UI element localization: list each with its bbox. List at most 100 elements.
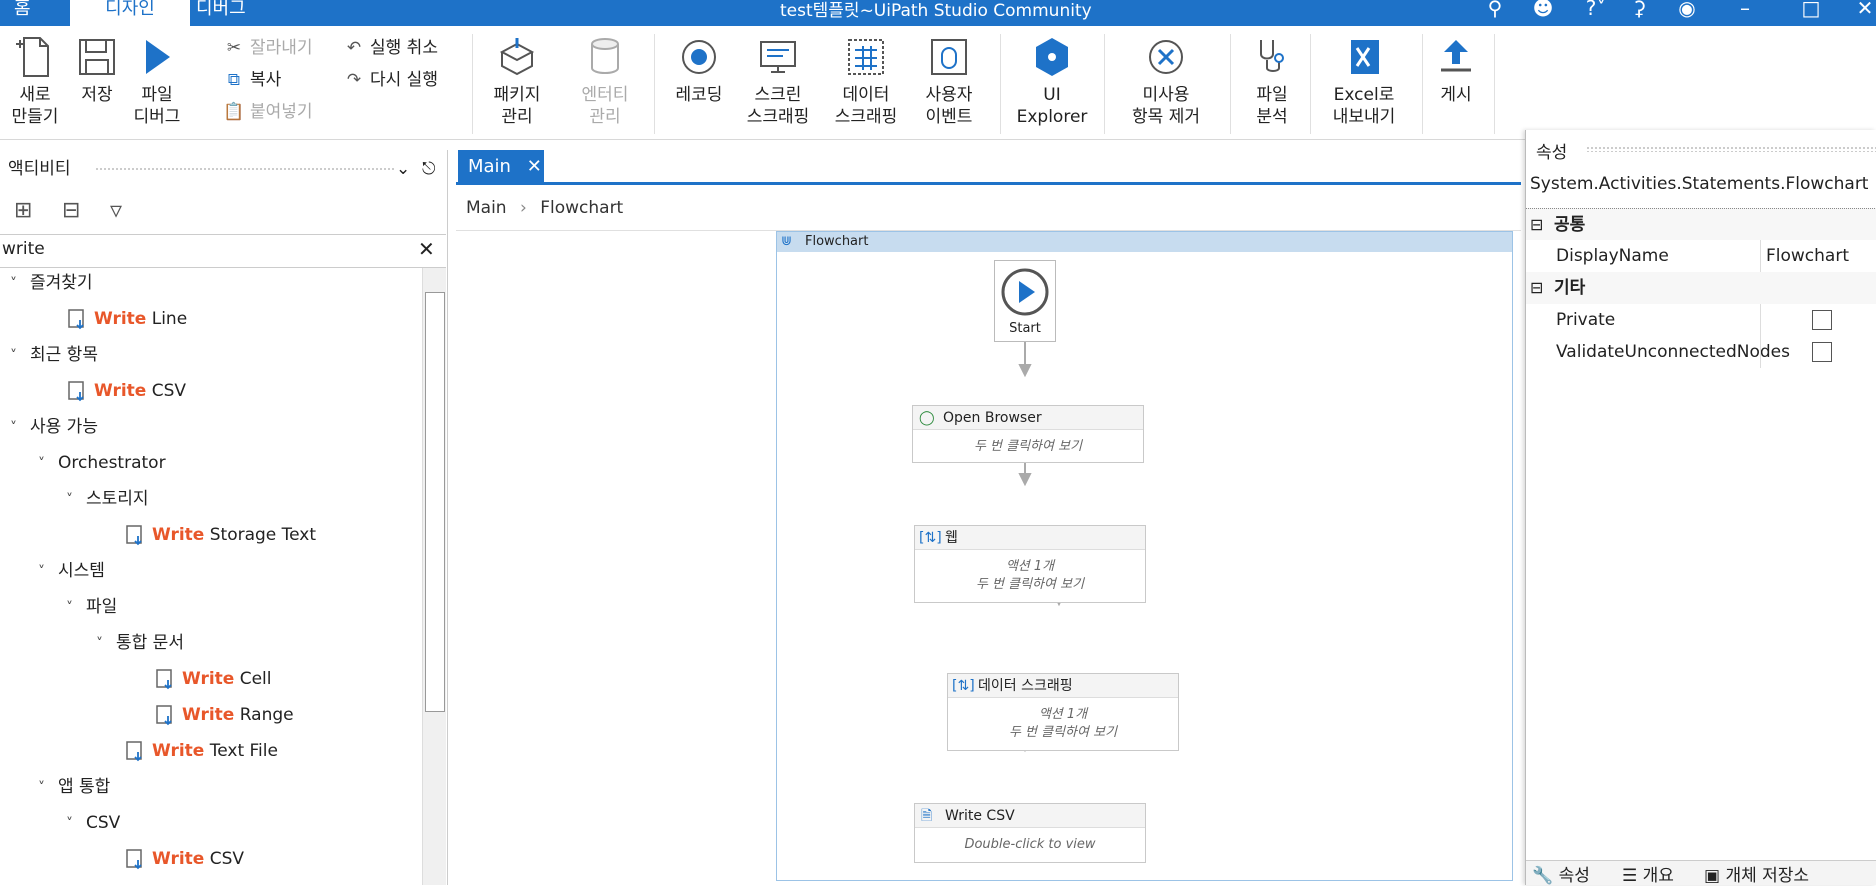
- validate-checkbox[interactable]: [1812, 342, 1832, 362]
- user-feedback-icon[interactable]: ☻: [1528, 0, 1558, 24]
- tab-main[interactable]: Main ✕: [458, 150, 544, 184]
- save-button[interactable]: 저장: [74, 34, 120, 106]
- chevron-down-icon[interactable]: ˅: [66, 809, 86, 839]
- tab-design[interactable]: 디자인: [70, 0, 190, 26]
- activity-item[interactable]: Write Storage Text: [124, 520, 316, 550]
- chevron-down-icon[interactable]: ˅: [10, 269, 30, 299]
- tab-home[interactable]: 홈: [14, 0, 31, 26]
- activity-item[interactable]: Write CSV: [66, 376, 186, 406]
- cut-button[interactable]: ✂ 잘라내기: [222, 36, 313, 60]
- new-button-label: 새로 만들기: [11, 85, 59, 127]
- manage-packages-button[interactable]: 패키지 관리: [484, 34, 550, 128]
- write-storage-text-icon: [124, 524, 146, 546]
- tree-category[interactable]: ˅ 시스템: [38, 556, 105, 586]
- user-events-button[interactable]: 사용자 이벤트: [914, 34, 984, 128]
- category-common[interactable]: ⊟ 공통: [1526, 208, 1876, 240]
- search-match: Write: [94, 309, 147, 329]
- panel-grip: [1586, 146, 1876, 152]
- paste-button[interactable]: 📋 붙여넣기: [222, 100, 312, 124]
- manage-entities-button[interactable]: 엔터티 관리: [572, 34, 638, 128]
- activity-data-scraping[interactable]: [⇅] 데이터 스크래핑 액션 1개 두 번 클릭하여 보기: [947, 673, 1179, 751]
- new-button[interactable]: 새로 만들기: [2, 34, 68, 128]
- activity-open-browser[interactable]: ◯ Open Browser 두 번 클릭하여 보기: [912, 405, 1144, 463]
- chevron-down-icon[interactable]: ˅: [66, 593, 86, 623]
- tree-category[interactable]: ˅ 최근 항목: [10, 340, 98, 370]
- screen-scraping-button[interactable]: 스크린 스크래핑: [740, 34, 816, 128]
- analyze-file-button[interactable]: 파일 분석: [1242, 34, 1302, 128]
- help-icon[interactable]: ?˅: [1576, 0, 1616, 24]
- collapse-icon[interactable]: ⊟: [1530, 209, 1543, 241]
- tab-object-repository[interactable]: ▣ 개체 저장소: [1704, 861, 1809, 886]
- tab-properties[interactable]: 🔧 속성: [1532, 861, 1590, 886]
- activity-item[interactable]: Write Line: [66, 304, 187, 334]
- activity-write-csv[interactable]: 🗎 Write CSV Double-click to view: [914, 803, 1146, 863]
- chevron-down-icon[interactable]: ˅: [38, 773, 58, 803]
- pin-icon[interactable]: ⎋: [422, 150, 435, 188]
- collapse-icon[interactable]: ⊟: [1530, 272, 1543, 304]
- ribbon-separator: [1310, 34, 1311, 134]
- tree-category[interactable]: ˅ Orchestrator: [38, 448, 166, 478]
- cut-label: 잘라내기: [250, 38, 313, 58]
- tree-category[interactable]: ˅ 파일: [66, 592, 117, 622]
- chevron-down-icon[interactable]: ⌄: [396, 150, 410, 188]
- remove-unused-button[interactable]: 미사용 항목 제거: [1120, 34, 1212, 128]
- property-value[interactable]: Flowchart: [1766, 240, 1849, 272]
- activity-item[interactable]: Write Text File: [124, 736, 278, 766]
- tree-category[interactable]: ˅ CSV: [66, 808, 120, 838]
- property-displayname[interactable]: DisplayName Flowchart: [1526, 240, 1876, 272]
- activity-item[interactable]: Write Cell: [154, 664, 272, 694]
- redo-button[interactable]: ↷ 다시 실행: [342, 68, 438, 92]
- category-misc[interactable]: ⊟ 기타: [1526, 272, 1876, 304]
- chevron-down-icon[interactable]: ˅: [66, 485, 86, 515]
- tree-category[interactable]: ˅ 스토리지: [66, 484, 149, 514]
- tree-item-label: Cell: [234, 669, 272, 689]
- minimize-icon[interactable]: –: [1730, 0, 1760, 24]
- tree-category[interactable]: ˅ 통합 문서: [96, 628, 184, 658]
- tree-category[interactable]: ˅ 사용 가능: [10, 412, 98, 442]
- activities-panel-header: 액티비티 ⌄ ⎋: [0, 150, 447, 188]
- recording-button[interactable]: 레코딩: [666, 34, 732, 106]
- write-text-file-icon: [124, 740, 146, 762]
- activity-title: 웹: [945, 530, 958, 546]
- debug-file-button[interactable]: 파일 디버그: [124, 34, 190, 128]
- breadcrumb-main[interactable]: Main: [466, 198, 507, 218]
- start-node[interactable]: Start: [994, 260, 1056, 342]
- private-checkbox[interactable]: [1812, 310, 1832, 330]
- account-icon[interactable]: ◉: [1672, 0, 1702, 24]
- tree-category[interactable]: ˅ 즐겨찾기: [10, 268, 93, 298]
- tree-item-label: 즐겨찾기: [30, 273, 93, 293]
- clear-search-icon[interactable]: ✕: [418, 237, 435, 261]
- tab-outline[interactable]: ☰ 개요: [1622, 861, 1674, 886]
- search-icon[interactable]: ⚲: [1480, 0, 1510, 24]
- chevron-down-icon[interactable]: ˅: [38, 449, 58, 479]
- chevron-down-icon[interactable]: ˅: [38, 557, 58, 587]
- data-scraping-button[interactable]: 데이터 스크래핑: [826, 34, 906, 128]
- expand-all-icon[interactable]: ⊞: [14, 198, 32, 223]
- tree-category[interactable]: ˅ 앱 통합: [38, 772, 110, 802]
- chevron-down-icon[interactable]: ˅: [96, 629, 116, 659]
- tab-debug[interactable]: 디버그: [196, 0, 246, 26]
- ui-explorer-button[interactable]: UI Explorer: [1016, 34, 1088, 128]
- chevron-down-icon[interactable]: ˅: [10, 341, 30, 371]
- maximize-icon[interactable]: □: [1796, 0, 1826, 24]
- copy-button[interactable]: ⧉ 복사: [222, 68, 281, 92]
- activity-item[interactable]: Write Range: [154, 700, 294, 730]
- close-icon[interactable]: ✕: [1850, 0, 1876, 24]
- category-label: 공통: [1554, 215, 1586, 235]
- tree-scrollbar[interactable]: [422, 268, 446, 885]
- export-excel-button[interactable]: Excel로 내보내기: [1322, 34, 1406, 128]
- search-input[interactable]: write: [2, 239, 45, 259]
- flowchart-canvas[interactable]: ⋓ Flowchart Start ◯ Open Browser 두 번 클릭하여…: [456, 230, 1521, 885]
- close-tab-icon[interactable]: ✕: [527, 156, 542, 177]
- filter-icon[interactable]: ▿: [110, 196, 122, 224]
- scrollbar-thumb[interactable]: [425, 292, 445, 712]
- undo-button[interactable]: ↶ 실행 취소: [342, 36, 438, 60]
- activity-item[interactable]: Write CSV: [124, 844, 244, 874]
- activity-web[interactable]: [⇅] 웹 액션 1개 두 번 클릭하여 보기: [914, 525, 1146, 603]
- publish-button[interactable]: 게시: [1430, 34, 1482, 106]
- breadcrumb-flowchart[interactable]: Flowchart: [540, 198, 623, 218]
- bell-icon[interactable]: ⚳: [1624, 0, 1654, 24]
- activities-search[interactable]: write ✕: [0, 234, 446, 268]
- collapse-all-icon[interactable]: ⊟: [62, 198, 80, 223]
- chevron-down-icon[interactable]: ˅: [10, 413, 30, 443]
